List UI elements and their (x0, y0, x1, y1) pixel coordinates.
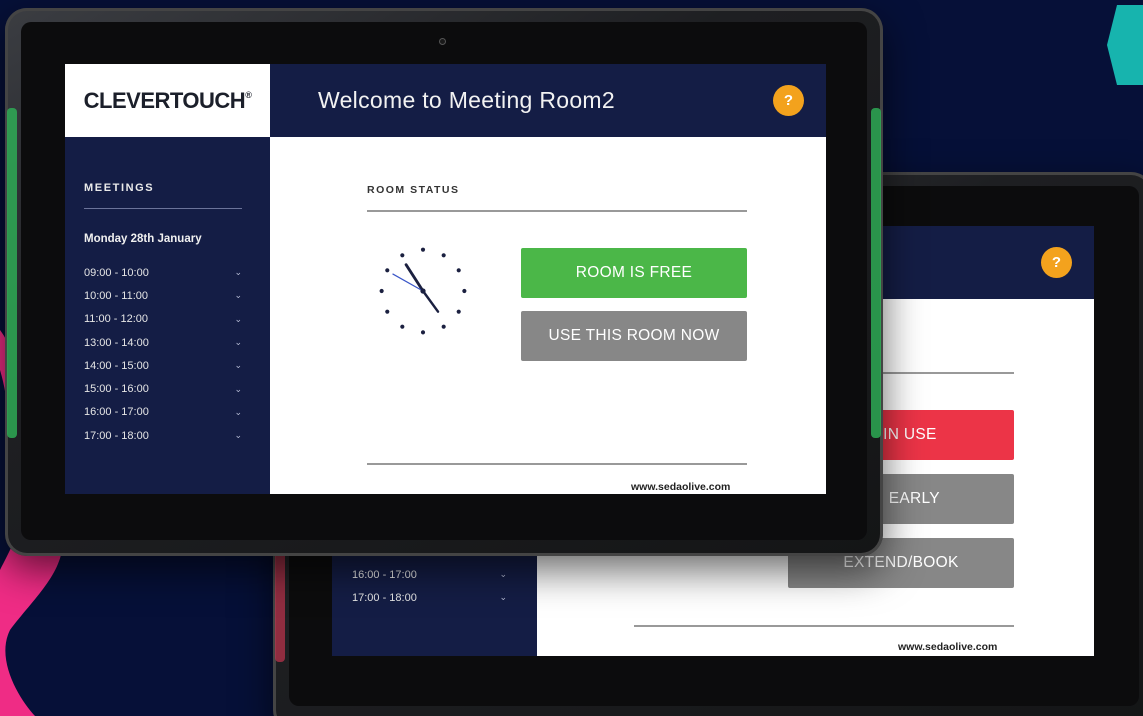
meeting-slot-list: 09:00 - 10:00 ⌄ 10:00 - 11:00 ⌄ 11:00 - … (84, 261, 242, 447)
logo-text: CLEVERTOUCH® (84, 88, 252, 114)
slot-time: 16:00 - 17:00 (352, 568, 417, 581)
logo-registered-mark: ® (245, 89, 252, 100)
meeting-slot[interactable]: 13:00 - 14:00 ⌄ (84, 331, 242, 354)
room-status-heading: ROOM STATUS (367, 184, 460, 196)
room-status-rule (367, 210, 747, 212)
chevron-down-icon[interactable]: ⌄ (234, 360, 242, 371)
meetings-sidebar: MEETINGS Monday 28th January 09:00 - 10:… (65, 137, 270, 494)
back-footer-rule (634, 625, 1014, 627)
back-meeting-slot[interactable]: 17:00 - 18:00 ⌄ (352, 586, 507, 609)
front-tablet-screen: CLEVERTOUCH® Welcome to Meeting Room2 ? … (65, 64, 826, 494)
meetings-heading: MEETINGS (84, 182, 155, 194)
back-tablet-led-left (275, 552, 285, 662)
footer-rule (367, 463, 747, 465)
header-bar: Welcome to Meeting Room2 (270, 64, 826, 137)
meeting-slot[interactable]: 17:00 - 18:00 ⌄ (84, 424, 242, 447)
chevron-down-icon[interactable]: ⌄ (499, 592, 507, 603)
front-tablet-led-right (871, 108, 881, 438)
slot-time: 14:00 - 15:00 (84, 359, 149, 372)
meeting-slot[interactable]: 14:00 - 15:00 ⌄ (84, 354, 242, 377)
use-this-room-now-button[interactable]: USE THIS ROOM NOW (521, 311, 747, 361)
meeting-slot[interactable]: 16:00 - 17:00 ⌄ (84, 401, 242, 424)
back-help-button[interactable]: ? (1041, 247, 1072, 278)
help-icon: ? (1051, 254, 1062, 271)
chevron-down-icon[interactable]: ⌄ (234, 384, 242, 395)
room-is-free-status[interactable]: ROOM IS FREE (521, 248, 747, 298)
footer-url[interactable]: www.sedaolive.com (631, 481, 730, 493)
front-tablet: CLEVERTOUCH® Welcome to Meeting Room2 ? … (5, 8, 883, 556)
slot-time: 16:00 - 17:00 (84, 406, 149, 419)
chevron-down-icon[interactable]: ⌄ (499, 569, 507, 580)
front-camera (439, 38, 446, 45)
slot-time: 17:00 - 18:00 (84, 429, 149, 442)
clock-icon (379, 247, 467, 335)
chevron-down-icon[interactable]: ⌄ (234, 430, 242, 441)
slot-time: 13:00 - 14:00 (84, 336, 149, 349)
chevron-down-icon[interactable]: ⌄ (234, 407, 242, 418)
meeting-slot[interactable]: 10:00 - 11:00 ⌄ (84, 284, 242, 307)
chevron-down-icon[interactable]: ⌄ (234, 290, 242, 301)
chevron-down-icon[interactable]: ⌄ (234, 337, 242, 348)
back-footer-url[interactable]: www.sedaolive.com (898, 641, 997, 653)
clevertouch-logo: CLEVERTOUCH® (65, 64, 270, 137)
meeting-slot[interactable]: 11:00 - 12:00 ⌄ (84, 308, 242, 331)
chevron-down-icon[interactable]: ⌄ (234, 267, 242, 278)
sidebar-divider (84, 208, 242, 209)
meetings-date: Monday 28th January (84, 233, 202, 245)
slot-time: 09:00 - 10:00 (84, 266, 149, 279)
back-meeting-slot[interactable]: 16:00 - 17:00 ⌄ (352, 563, 507, 586)
chevron-down-icon[interactable]: ⌄ (234, 314, 242, 325)
page-title: Welcome to Meeting Room2 (318, 87, 615, 113)
slot-time: 15:00 - 16:00 (84, 383, 149, 396)
slot-time: 17:00 - 18:00 (352, 591, 417, 604)
help-icon: ? (783, 92, 794, 109)
teal-hexagon-decoration (1107, 5, 1143, 85)
back-meeting-list: 16:00 - 17:00 ⌄ 17:00 - 18:00 ⌄ (352, 563, 507, 610)
slot-time: 10:00 - 11:00 (84, 289, 149, 302)
meeting-slot[interactable]: 15:00 - 16:00 ⌄ (84, 377, 242, 400)
slot-time: 11:00 - 12:00 (84, 313, 149, 326)
logo-wordmark: CLEVERTOUCH (83, 87, 246, 113)
help-button[interactable]: ? (773, 85, 804, 116)
front-tablet-led-left (7, 108, 17, 438)
meeting-slot[interactable]: 09:00 - 10:00 ⌄ (84, 261, 242, 284)
